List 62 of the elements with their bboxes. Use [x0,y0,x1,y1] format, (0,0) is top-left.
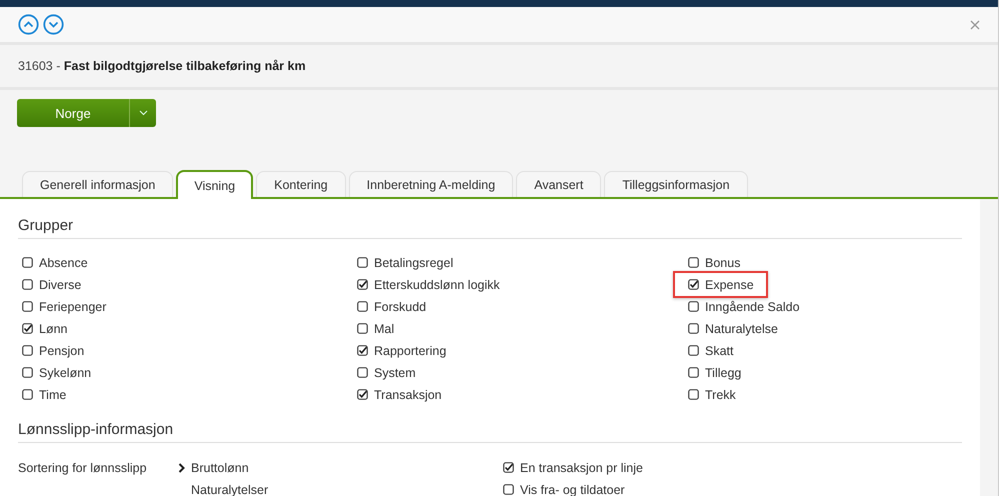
chevron-up-icon[interactable] [18,14,39,35]
tab[interactable]: Visning [176,170,254,199]
checkbox-label: Sykelønn [39,366,92,380]
checkbox-label: Etterskuddslønn logikk [374,278,500,292]
checkbox-label: Lønn [39,322,68,336]
checkbox-label: Pensjon [39,344,84,358]
checkbox[interactable] [22,257,33,268]
tab[interactable]: Tilleggsinformasjon [604,171,748,197]
checkbox[interactable] [22,389,33,400]
checkbox-label: Tillegg [705,366,742,380]
checkbox-label: Expense [705,278,754,292]
checkbox-label: Betalingsregel [374,256,454,270]
checkbox[interactable] [22,345,33,356]
checkbox-label: Absence [39,256,88,270]
chevron-down-icon[interactable] [43,14,64,35]
checkbox[interactable] [688,389,699,400]
checkbox-label: Bonus [705,256,740,270]
tab[interactable]: Kontering [256,171,346,197]
checkbox[interactable] [688,367,699,378]
checkbox[interactable] [22,279,33,290]
checkbox-label: Trekk [705,388,736,402]
sort-option[interactable]: Bruttolønn [191,461,249,475]
checkbox[interactable] [357,367,368,378]
checkbox[interactable] [22,323,33,334]
section-heading: Grupper [18,217,962,239]
checkbox[interactable] [22,301,33,312]
checkbox[interactable] [688,301,699,312]
checkbox-label: Forskudd [374,300,426,314]
checkbox-label: Mal [374,322,394,336]
checkbox-label: Diverse [39,278,82,292]
checkbox-label: Vis fra- og tildatoer [520,482,625,496]
checkbox[interactable] [357,345,368,356]
checkbox[interactable] [22,367,33,378]
checkbox[interactable] [357,279,368,290]
checkbox-label: Rapportering [374,344,446,358]
checkbox-label: System [374,366,416,380]
tab[interactable]: Avansert [516,171,602,197]
close-icon[interactable] [970,20,980,30]
checkbox-label: Time [39,388,66,402]
checkbox-label: Transaksjon [374,388,442,402]
checkbox[interactable] [688,279,699,290]
checkbox-label: En transaksjon pr linje [520,460,643,474]
checkbox[interactable] [503,462,514,473]
tab[interactable]: Generell informasjon [22,171,174,197]
checkbox-label: Feriepenger [39,300,106,314]
checkbox[interactable] [357,389,368,400]
country-button[interactable]: Norge [17,99,129,127]
checkbox[interactable] [688,257,699,268]
section-heading: Lønnsslipp-informasjon [18,421,962,443]
checkbox[interactable] [357,301,368,312]
checkbox-label: Inngående Saldo [705,300,800,314]
record-title: 31603 - Fast bilgodtgjørelse tilbakeføring når km [18,59,306,73]
checkbox[interactable] [688,323,699,334]
checkbox[interactable] [357,323,368,334]
checkbox[interactable] [688,345,699,356]
checkbox-label: Skatt [705,344,734,358]
field-label: Sortering for lønnsslipp [18,460,148,477]
checkbox[interactable] [503,484,514,495]
checkbox[interactable] [357,257,368,268]
caret-icon [138,110,148,116]
tab[interactable]: Innberetning A-melding [348,171,514,197]
checkbox-label: Naturalytelse [705,322,778,336]
